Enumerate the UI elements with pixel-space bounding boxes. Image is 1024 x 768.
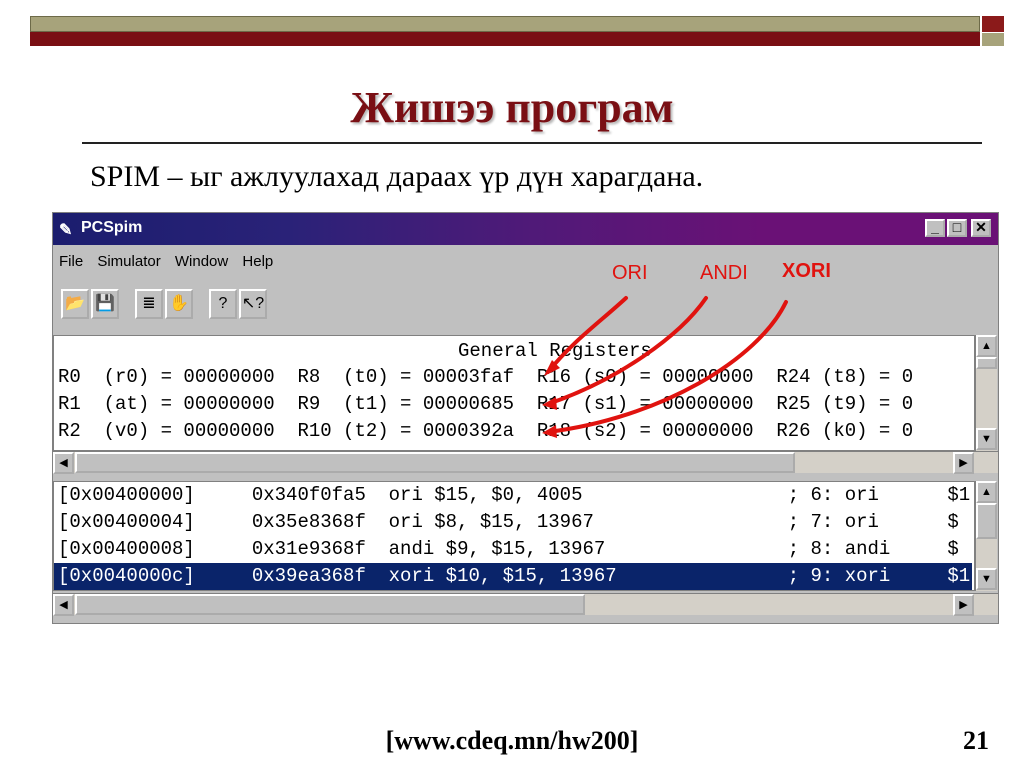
arrow-ori xyxy=(546,296,628,374)
arrowhead-xori xyxy=(542,425,557,438)
arrow-xori xyxy=(546,300,788,434)
arrow-andi xyxy=(546,296,708,406)
annotation-arrows xyxy=(542,296,788,438)
page-number: 21 xyxy=(963,726,989,755)
arrowhead-andi xyxy=(542,397,557,410)
footer-url: [www.cdeq.mn/hw200] xyxy=(385,726,639,755)
